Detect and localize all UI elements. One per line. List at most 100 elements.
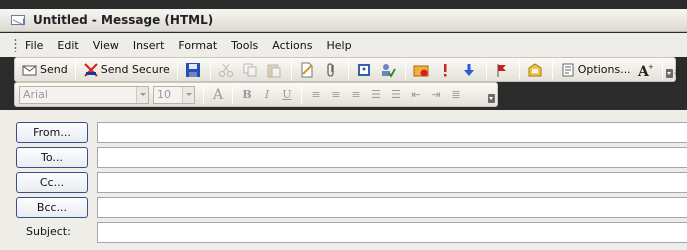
increase-indent-icon[interactable]: ⇥ — [428, 88, 444, 101]
toolbar-separator — [301, 85, 302, 104]
low-importance-button[interactable] — [458, 60, 482, 80]
paperclip-icon — [323, 62, 339, 78]
line-spacing-icon[interactable]: ≣ — [448, 88, 464, 101]
toolbar-separator — [176, 60, 178, 79]
font-grow-icon: A + — [637, 62, 654, 80]
from-button[interactable]: From... — [16, 122, 88, 143]
toolbar-separator — [232, 85, 233, 104]
toolbar-separator — [347, 60, 349, 79]
cc-row: Cc... — [14, 172, 687, 194]
options-button[interactable]: Options... — [557, 60, 634, 80]
check-names-button[interactable] — [377, 60, 401, 80]
copy-icon — [242, 62, 258, 78]
options-page-icon — [560, 62, 576, 78]
chevron-down-icon — [136, 86, 148, 103]
menu-help[interactable]: Help — [326, 39, 351, 52]
svg-text:a: a — [674, 67, 680, 78]
standard-toolbar: Send Send Secure Options... A + a — [14, 57, 680, 82]
cut-button[interactable] — [215, 60, 239, 80]
menu-tools[interactable]: Tools — [231, 39, 258, 52]
exclamation-icon — [437, 62, 453, 78]
font-name-value: Arial — [23, 88, 48, 101]
numbering-icon[interactable]: ☰ — [388, 88, 404, 101]
scissors-icon — [218, 62, 234, 78]
toolbar-separator — [551, 60, 553, 79]
bullets-icon[interactable]: ☰ — [368, 88, 384, 101]
down-arrow-icon — [461, 62, 477, 78]
align-left-icon[interactable]: ≡ — [308, 88, 324, 101]
toolbar-separator — [661, 60, 663, 79]
send-secure-icon — [83, 62, 99, 78]
insert-file-button[interactable] — [296, 60, 320, 80]
from-row: From... — [14, 122, 687, 144]
from-field[interactable] — [97, 122, 687, 143]
to-row: To... — [14, 147, 687, 169]
send-button[interactable]: Send — [19, 60, 71, 80]
toolbar-overflow-chevron-icon[interactable] — [666, 69, 673, 78]
send-envelope-icon — [22, 62, 38, 78]
menu-grip-icon[interactable] — [14, 38, 17, 52]
copy-button[interactable] — [239, 60, 263, 80]
address-book-button[interactable] — [353, 60, 377, 80]
align-right-icon[interactable]: ≡ — [348, 88, 364, 101]
italic-icon[interactable]: I — [259, 88, 275, 101]
chevron-down-icon — [182, 86, 194, 103]
bcc-button[interactable]: Bcc... — [16, 197, 88, 218]
toolbar-separator — [203, 85, 204, 104]
align-center-icon[interactable]: ≡ — [328, 88, 344, 101]
menu-insert[interactable]: Insert — [133, 39, 165, 52]
to-button[interactable]: To... — [16, 147, 88, 168]
save-disk-icon — [185, 62, 201, 78]
formatting-toolbar: Arial 10 A B I U ≡ ≡ ≡ ☰ ☰ ⇤ ⇥ ≣ — [14, 82, 498, 107]
send-label: Send — [40, 63, 68, 76]
menu-file[interactable]: File — [25, 39, 43, 52]
subject-field[interactable] — [97, 222, 687, 243]
bcc-row: Bcc... — [14, 197, 687, 219]
toolbar-separator — [485, 60, 487, 79]
font-name-select[interactable]: Arial — [19, 85, 149, 104]
title-bar: Untitled - Message (HTML) — [0, 9, 687, 32]
toolbar-separator — [290, 60, 292, 79]
send-secure-button[interactable]: Send Secure — [80, 60, 173, 80]
bcc-field[interactable] — [97, 197, 687, 218]
paste-button[interactable] — [263, 60, 287, 80]
follow-up-button[interactable] — [491, 60, 515, 80]
toolbar-separator — [74, 60, 76, 79]
signature-button[interactable] — [524, 60, 548, 80]
menu-actions[interactable]: Actions — [272, 39, 312, 52]
menu-view[interactable]: View — [93, 39, 119, 52]
menu-edit[interactable]: Edit — [57, 39, 78, 52]
message-header-form: From... To... Cc... Bcc... Subject: — [0, 110, 687, 250]
font-size-value: 10 — [157, 88, 171, 101]
toolbar-separator — [404, 60, 406, 79]
high-importance-button[interactable] — [434, 60, 458, 80]
font-color-icon[interactable]: A — [210, 87, 226, 103]
insert-file-icon — [299, 62, 315, 78]
font-size-select[interactable]: 10 — [153, 85, 195, 104]
permission-envelope-icon — [413, 62, 429, 78]
check-names-icon — [380, 62, 396, 78]
attach-button[interactable] — [320, 60, 344, 80]
paste-clipboard-icon — [266, 62, 282, 78]
save-button[interactable] — [182, 60, 206, 80]
cc-field[interactable] — [97, 172, 687, 193]
send-secure-label: Send Secure — [100, 63, 170, 76]
message-window: Untitled - Message (HTML) File Edit View… — [0, 0, 687, 250]
toolbar-overflow-chevron-icon[interactable] — [488, 94, 495, 103]
bold-icon[interactable]: B — [239, 88, 255, 101]
window-title: Untitled - Message (HTML) — [33, 13, 214, 27]
toolbar-separator — [209, 60, 211, 79]
underline-icon[interactable]: U — [279, 88, 295, 101]
cc-button[interactable]: Cc... — [16, 172, 88, 193]
toolbar-separator — [518, 60, 520, 79]
subject-row: Subject: — [14, 222, 687, 244]
font-size-grow-button[interactable]: A + — [634, 60, 658, 80]
decrease-indent-icon[interactable]: ⇤ — [408, 88, 424, 101]
menu-bar: File Edit View Insert Format Tools Actio… — [0, 33, 687, 57]
permission-button[interactable] — [410, 60, 434, 80]
address-book-icon — [356, 62, 372, 78]
subject-label: Subject: — [26, 225, 71, 238]
to-field[interactable] — [97, 147, 687, 168]
menu-format[interactable]: Format — [178, 39, 217, 52]
flag-icon — [494, 62, 510, 78]
